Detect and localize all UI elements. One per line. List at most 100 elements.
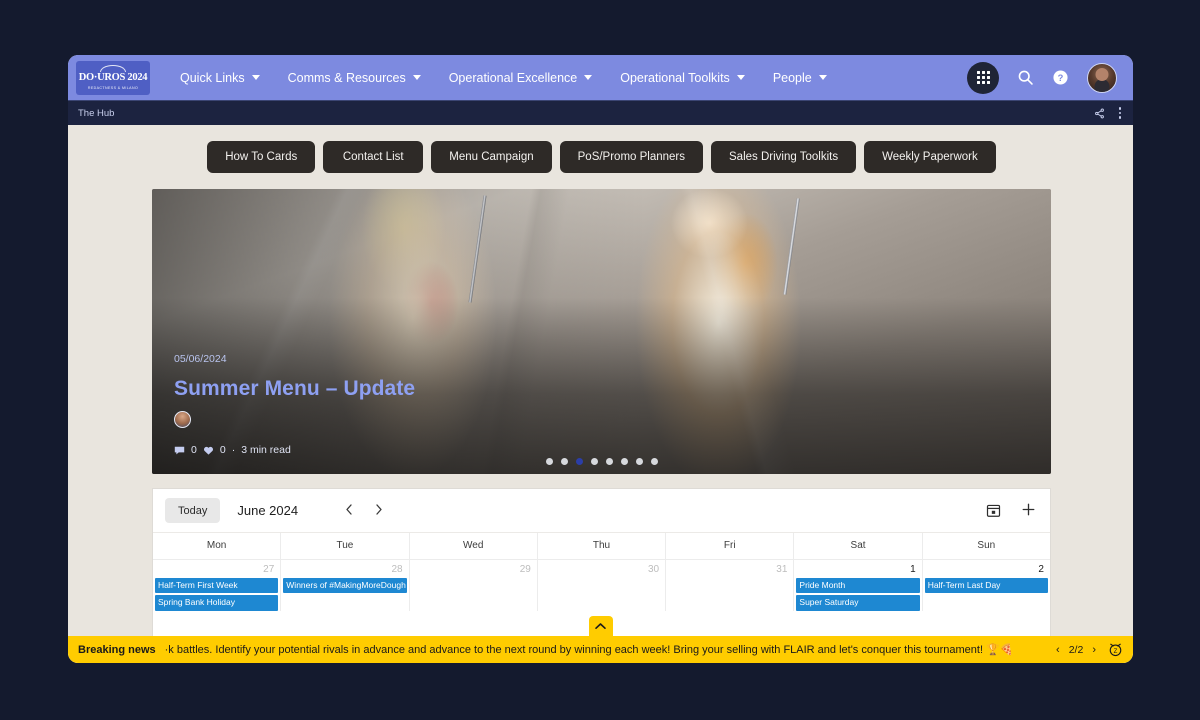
- carousel-dot[interactable]: [545, 458, 553, 465]
- calendar-dow-label: Tue: [281, 533, 409, 560]
- nav-item-comms-resources[interactable]: Comms & Resources: [274, 65, 435, 91]
- nav-item-operational-excellence[interactable]: Operational Excellence: [435, 65, 607, 91]
- calendar-day-number[interactable]: 28: [281, 560, 408, 578]
- calendar-events: Pride Month Super Saturday: [794, 578, 921, 611]
- calendar-event[interactable]: Half-Term First Week: [155, 578, 279, 594]
- calendar-events: Half-Term First Week Spring Bank Holiday: [153, 578, 280, 611]
- calendar-column-tue: Tue 28 Winners of #MakingMoreDough Ann: [281, 533, 410, 611]
- carousel-dots: [545, 458, 658, 465]
- nav-item-quick-links[interactable]: Quick Links: [166, 65, 274, 91]
- scroll-to-top-button[interactable]: [588, 616, 613, 636]
- quick-button-how-to-cards[interactable]: How To Cards: [207, 141, 316, 173]
- quick-button-weekly-paperwork[interactable]: Weekly Paperwork: [864, 141, 996, 173]
- calendar-dow-label: Wed: [409, 533, 537, 560]
- carousel-dot[interactable]: [635, 458, 643, 465]
- chevron-right-icon[interactable]: [373, 503, 384, 518]
- hero-carousel[interactable]: 05/06/2024 Summer Menu – Update 0 0 · 3 …: [152, 189, 1051, 474]
- calendar-header: Today June 2024: [153, 489, 1050, 533]
- calendar-event[interactable]: Spring Bank Holiday: [155, 595, 279, 611]
- nav-label: Quick Links: [180, 70, 245, 85]
- calendar-day-number[interactable]: 27: [153, 560, 280, 578]
- share-icon[interactable]: [1094, 108, 1105, 119]
- calendar-actions: [986, 502, 1036, 520]
- today-button[interactable]: Today: [165, 498, 221, 523]
- calendar-dow-label: Sun: [922, 533, 1050, 560]
- hero-text-block: 05/06/2024 Summer Menu – Update 0 0 · 3 …: [174, 353, 415, 456]
- calendar-navigation: [344, 503, 384, 518]
- calendar-day-number[interactable]: 29: [410, 560, 537, 578]
- chevron-left-icon[interactable]: [344, 503, 355, 518]
- nav-items: Quick Links Comms & Resources Operationa…: [166, 65, 841, 91]
- user-avatar[interactable]: [1087, 62, 1117, 93]
- calendar-column-mon: Mon 27 Half-Term First Week Spring Bank …: [153, 533, 282, 611]
- calendar-event[interactable]: Winners of #MakingMoreDough Ann: [283, 578, 407, 594]
- brand-logo[interactable]: DO·UROS 2024 REDACTNESS & MILANO: [76, 60, 150, 95]
- calendar-grid: Mon 27 Half-Term First Week Spring Bank …: [153, 533, 1050, 611]
- carousel-dot-active[interactable]: [575, 458, 583, 465]
- calendar-day-number[interactable]: 2: [923, 560, 1050, 578]
- comment-count: 0: [191, 444, 197, 456]
- help-circle-icon[interactable]: ?: [1052, 69, 1069, 86]
- carousel-dot[interactable]: [620, 458, 628, 465]
- calendar-column-thu: Thu 30: [537, 533, 667, 611]
- plus-icon[interactable]: [1021, 502, 1036, 520]
- comment-icon: [174, 445, 185, 456]
- calendar-dow-label: Sat: [794, 533, 922, 560]
- calendar-column-wed: Wed 29: [409, 533, 538, 611]
- carousel-dot[interactable]: [560, 458, 568, 465]
- breadcrumb-label[interactable]: The Hub: [78, 108, 114, 119]
- quick-button-menu-campaign[interactable]: Menu Campaign: [431, 141, 552, 173]
- snooze-clock-icon[interactable]: Z: [1108, 642, 1123, 657]
- hero-title[interactable]: Summer Menu – Update: [174, 377, 415, 401]
- quick-button-pos-promo-planners[interactable]: PoS/Promo Planners: [559, 141, 704, 173]
- breadcrumb: The Hub: [68, 100, 1133, 125]
- calendar-events: Winners of #MakingMoreDough Ann: [281, 578, 408, 594]
- screenshot-root: DO·UROS 2024 REDACTNESS & MILANO Quick L…: [0, 0, 1200, 720]
- top-navigation-bar: DO·UROS 2024 REDACTNESS & MILANO Quick L…: [68, 55, 1133, 100]
- calendar-events: Half-Term Last Day: [923, 578, 1050, 594]
- breaking-news-banner: Breaking news ·k battles. Identify your …: [68, 636, 1133, 663]
- read-time: 3 min read: [241, 444, 291, 456]
- hero-meta: 0 0 · 3 min read: [174, 444, 415, 456]
- carousel-dot[interactable]: [590, 458, 598, 465]
- chevron-down-icon: [736, 75, 745, 80]
- calendar-event[interactable]: Half-Term Last Day: [924, 578, 1048, 594]
- meta-separator: ·: [231, 444, 236, 456]
- breaking-news-label: Breaking news: [78, 643, 156, 656]
- nav-label: Comms & Resources: [287, 70, 406, 85]
- news-counter: 2/2: [1068, 643, 1084, 656]
- svg-text:Z: Z: [1114, 648, 1118, 655]
- calendar-column-fri: Fri 31: [666, 533, 795, 611]
- calendar-event[interactable]: Super Saturday: [796, 595, 920, 611]
- chevron-down-icon: [412, 75, 421, 80]
- apps-grid-icon[interactable]: [967, 61, 999, 94]
- calendar-day-number[interactable]: 1: [794, 560, 921, 578]
- chevron-down-icon: [584, 75, 593, 80]
- more-vertical-icon[interactable]: [1118, 107, 1121, 119]
- calendar-day-number[interactable]: 30: [538, 560, 665, 578]
- calendar-day-number[interactable]: 31: [666, 560, 793, 578]
- hero-date: 05/06/2024: [174, 353, 227, 365]
- heart-icon: [203, 445, 214, 456]
- calendar-icon[interactable]: [986, 503, 1001, 518]
- carousel-dot[interactable]: [605, 458, 613, 465]
- calendar-dow-label: Mon: [153, 533, 281, 560]
- nav-label: Operational Excellence: [448, 70, 578, 85]
- carousel-dot[interactable]: [650, 458, 658, 465]
- nav-item-operational-toolkits[interactable]: Operational Toolkits: [606, 65, 759, 91]
- svg-text:?: ?: [1058, 73, 1064, 83]
- quick-button-contact-list[interactable]: Contact List: [323, 141, 424, 173]
- calendar-event[interactable]: Pride Month: [796, 578, 920, 594]
- logo-subtitle: REDACTNESS & MILANO: [87, 85, 139, 90]
- chevron-down-icon: [818, 75, 827, 80]
- calendar-column-sat: Sat 1 Pride Month Super Saturday: [794, 533, 923, 611]
- like-count: 0: [219, 444, 226, 456]
- chevron-down-icon: [251, 75, 260, 80]
- nav-item-people[interactable]: People: [759, 65, 841, 91]
- news-prev-button[interactable]: ‹: [1056, 644, 1060, 656]
- search-icon[interactable]: [1017, 69, 1034, 86]
- author-avatar[interactable]: [174, 411, 191, 428]
- quick-button-sales-driving-toolkits[interactable]: Sales Driving Toolkits: [711, 141, 857, 173]
- app-window: DO·UROS 2024 REDACTNESS & MILANO Quick L…: [68, 55, 1133, 663]
- news-next-button[interactable]: ›: [1092, 644, 1096, 656]
